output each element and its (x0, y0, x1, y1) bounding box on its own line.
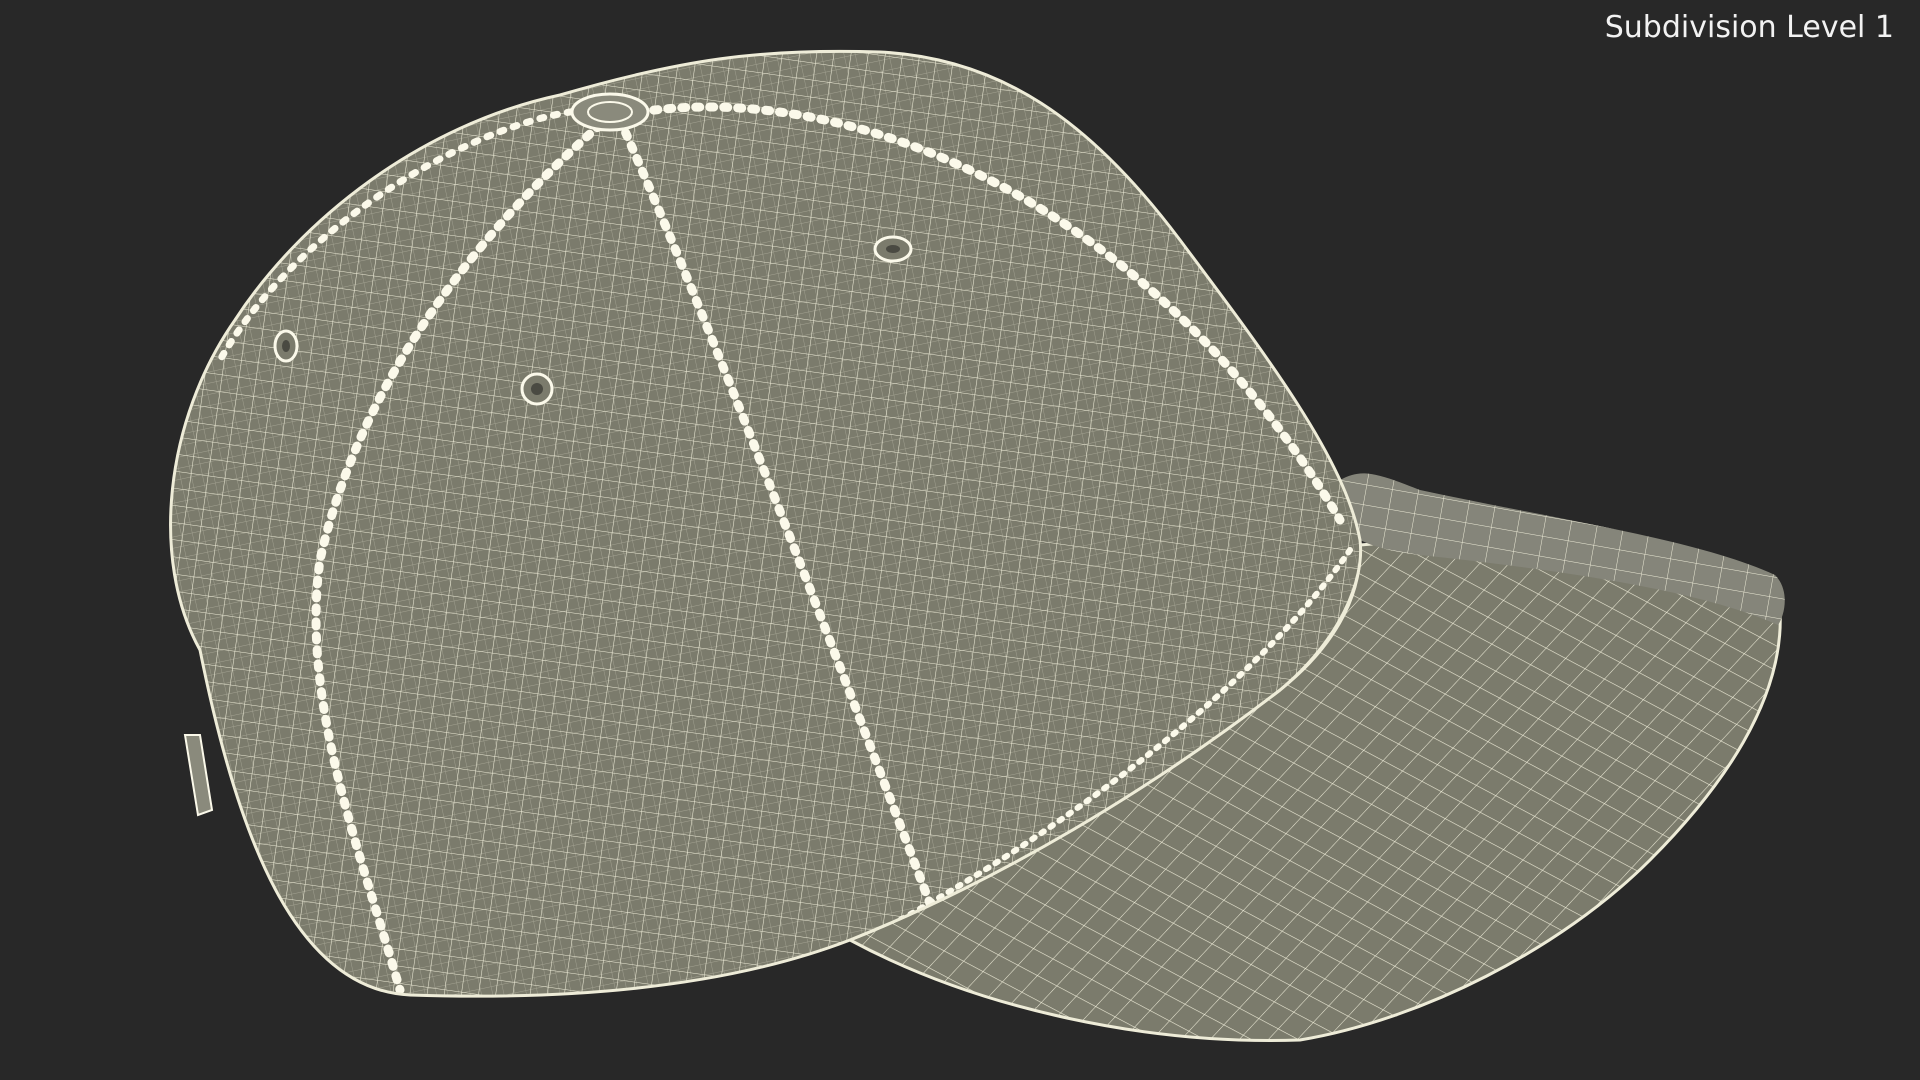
eyelet-front (873, 235, 913, 263)
eyelet-back (273, 329, 299, 363)
subdivision-level-label: Subdivision Level 1 (1604, 10, 1894, 45)
top-button (570, 92, 650, 132)
back-strap-tab (183, 734, 214, 817)
cap-wireframe-render (169, 49, 1785, 1042)
eyelet-side (520, 372, 554, 406)
render-viewport: Subdivision Level 1 (0, 0, 1920, 1080)
